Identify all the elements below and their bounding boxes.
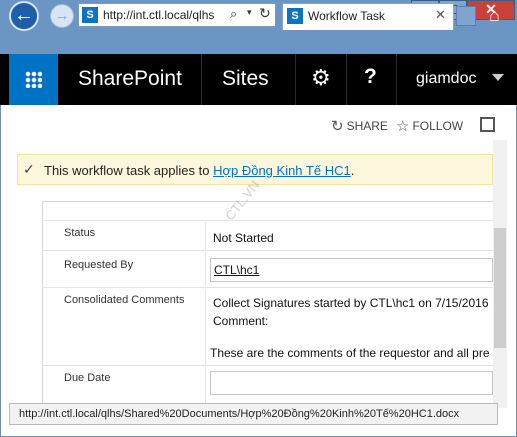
requested-by-label: Requested By xyxy=(64,259,134,271)
sharepoint-suite-bar: SharePoint Sites ⚙ ? giamdoc xyxy=(0,54,517,105)
row-divider xyxy=(42,365,493,366)
divider xyxy=(295,54,296,105)
banner-message: This workflow task applies to Hợp Đồng K… xyxy=(44,163,354,178)
banner-text: This workflow task applies to xyxy=(44,163,214,178)
sharepoint-brand[interactable]: SharePoint xyxy=(78,67,182,91)
focus-mode-icon[interactable] xyxy=(480,117,495,132)
tab-title: Workflow Task xyxy=(308,9,385,23)
status-value: Not Started xyxy=(213,231,274,245)
back-arrow-icon[interactable]: ← xyxy=(9,1,39,31)
scrollbar-thumb[interactable] xyxy=(494,228,506,348)
status-bar-url: http://int.ctl.local/qlhs/Shared%20Docum… xyxy=(19,408,460,420)
new-tab-button[interactable] xyxy=(456,6,476,26)
star-icon: ☆ xyxy=(396,118,410,135)
waffle-icon xyxy=(25,71,42,88)
form-left-border xyxy=(42,201,43,411)
column-divider xyxy=(205,252,206,286)
requested-by-value[interactable]: CTL\hc1 xyxy=(214,263,259,277)
follow-button[interactable]: ☆ FOLLOW xyxy=(396,117,463,135)
status-bar: http://int.ctl.local/qlhs/Shared%20Docum… xyxy=(9,403,498,425)
chevron-down-icon[interactable]: ▾ xyxy=(247,7,252,18)
comments-line-1: Collect Signatures started by CTL\hc1 on… xyxy=(213,296,489,310)
row-divider xyxy=(42,287,493,288)
close-tab-icon[interactable]: ✕ xyxy=(435,7,446,23)
due-date-field[interactable] xyxy=(210,371,493,395)
share-icon: ↻ xyxy=(331,118,344,135)
user-menu[interactable]: giamdoc xyxy=(416,70,476,88)
share-label: SHARE xyxy=(346,119,388,133)
row-divider xyxy=(42,220,493,221)
status-label: Status xyxy=(64,227,96,239)
address-bar[interactable]: S http://int.ctl.local/qlhs ⌕ ▾ ↻ xyxy=(78,3,276,27)
document-link[interactable]: Hợp Đồng Kinh Tế HC1 xyxy=(213,163,351,178)
search-icon[interactable]: ⌕ xyxy=(230,6,237,22)
row-divider xyxy=(42,250,493,251)
refresh-icon[interactable]: ↻ xyxy=(259,5,271,22)
due-date-label: Due Date xyxy=(64,372,111,384)
banner-period: . xyxy=(350,163,355,178)
sharepoint-site-icon: S xyxy=(82,7,98,23)
tab-workflow-task[interactable]: S Workflow Task ✕ xyxy=(282,3,454,30)
column-divider xyxy=(205,367,206,403)
comments-line-3: These are the comments of the requestor … xyxy=(210,346,490,360)
follow-label: FOLLOW xyxy=(412,119,464,133)
check-circle-icon: ✓ xyxy=(23,161,35,177)
requested-by-field[interactable]: CTL\hc1 xyxy=(210,258,493,282)
forward-arrow-icon[interactable]: → xyxy=(50,4,74,28)
form-top-border xyxy=(42,201,493,202)
comments-line-2: Comment: xyxy=(213,314,269,328)
divider xyxy=(396,54,397,105)
column-divider xyxy=(205,289,206,365)
gear-icon[interactable]: ⚙ xyxy=(311,65,331,91)
help-button[interactable]: ? xyxy=(364,65,377,89)
divider xyxy=(346,54,347,105)
consolidated-comments-label: Consolidated Comments xyxy=(64,294,185,306)
address-url[interactable]: http://int.ctl.local/qlhs xyxy=(103,8,227,22)
divider xyxy=(201,54,202,105)
column-divider xyxy=(205,222,206,250)
chevron-down-icon[interactable] xyxy=(492,74,504,81)
sites-link[interactable]: Sites xyxy=(222,67,269,91)
home-icon[interactable]: ⌂ xyxy=(489,5,500,26)
app-launcher-button[interactable] xyxy=(9,54,58,105)
sharepoint-tab-icon: S xyxy=(287,8,303,24)
share-button[interactable]: ↻ SHARE xyxy=(331,117,388,135)
